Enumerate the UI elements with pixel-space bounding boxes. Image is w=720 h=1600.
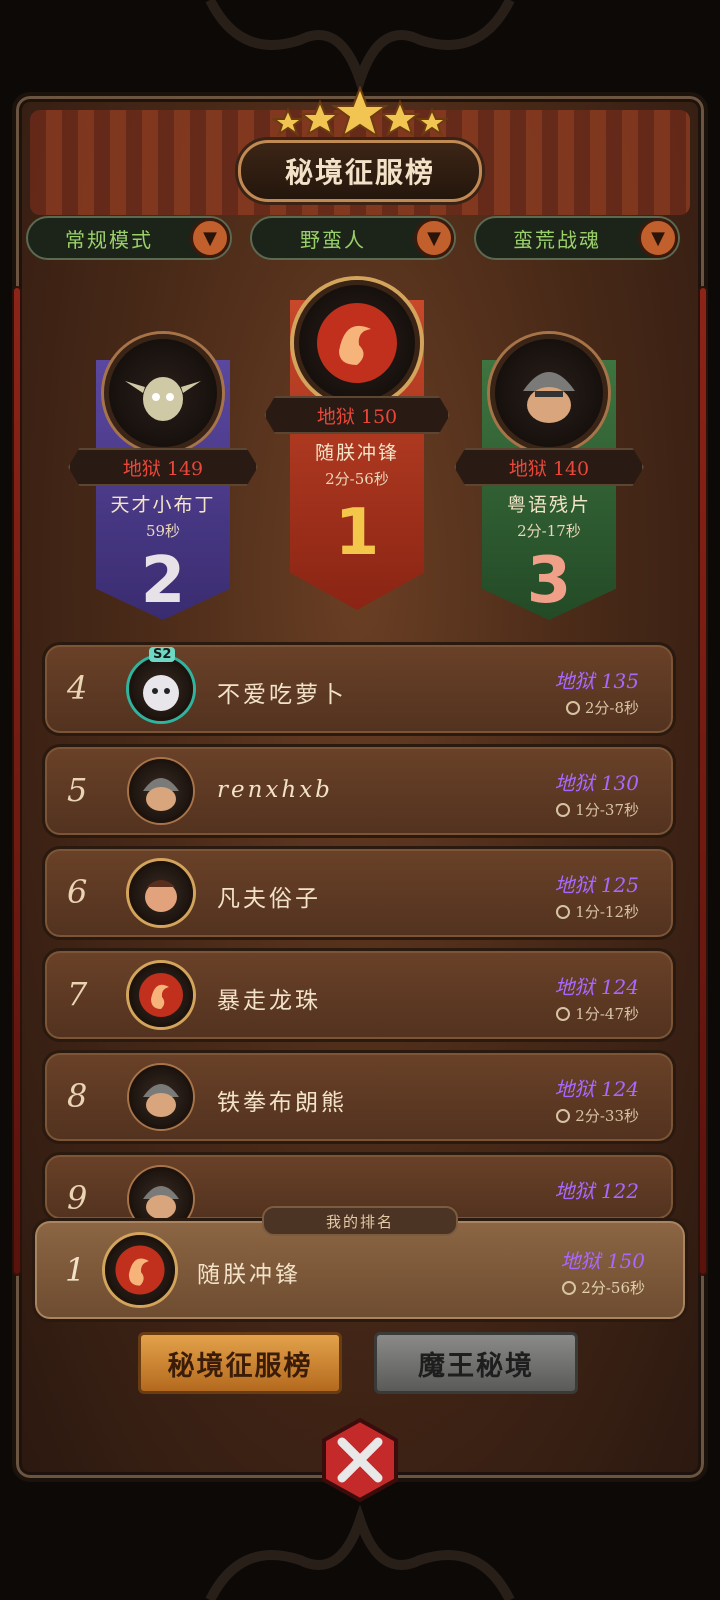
helmet-avatar xyxy=(129,759,193,823)
row-rank: 5 xyxy=(67,771,88,809)
podium-second[interactable]: 地狱 149 天才小布丁 59秒 2 xyxy=(68,334,258,620)
stars-icon xyxy=(271,86,449,139)
chevron-down-icon[interactable]: ▼ xyxy=(190,218,230,258)
fire-orb-avatar xyxy=(129,963,193,1027)
row-time: 1分-37秒 xyxy=(556,799,639,820)
chevron-down-icon[interactable]: ▼ xyxy=(414,218,454,258)
clock-icon xyxy=(556,802,571,817)
rank-number: 2 xyxy=(140,544,186,618)
row-score: 地狱 125 xyxy=(554,873,639,897)
my-time: 2分-56秒 xyxy=(562,1277,645,1298)
clock-icon xyxy=(562,1280,577,1295)
background-ornament-bottom xyxy=(205,1504,515,1600)
player-name: 随朕冲锋 xyxy=(314,442,399,464)
clock-icon xyxy=(556,1006,571,1021)
filter-hero-label: 蛮荒战魂 xyxy=(513,227,601,252)
my-score: 地狱 150 xyxy=(560,1249,645,1273)
season-badge: S2 xyxy=(149,647,176,662)
player-name: 粤语残片 xyxy=(506,494,591,516)
row-time-text: 1分-12秒 xyxy=(575,903,639,921)
row-time-text: 1分-47秒 xyxy=(575,1005,639,1023)
list-item[interactable]: 4 S2 不爱吃萝卜 地狱 135 2分-8秒 xyxy=(42,642,676,736)
my-rank-tab: 我的排名 xyxy=(262,1206,458,1236)
row-rank: 8 xyxy=(67,1077,88,1115)
tab-demon-king-realm[interactable]: 魔王秘境 xyxy=(374,1332,578,1394)
filter-hero-dropdown[interactable]: 蛮荒战魂 ▼ xyxy=(474,216,680,260)
list-item[interactable]: 6 凡夫俗子 地狱 125 1分-12秒 xyxy=(42,846,676,940)
elf-avatar xyxy=(104,334,222,452)
close-icon[interactable] xyxy=(316,1416,404,1504)
row-name: 铁拳布朗熊 xyxy=(217,1090,347,1116)
filter-class-dropdown[interactable]: 野蛮人 ▼ xyxy=(250,216,456,260)
tab-conquest-leaderboard[interactable]: 秘境征服榜 xyxy=(138,1332,342,1394)
row-rank: 4 xyxy=(67,669,88,707)
panel-side-bar-left xyxy=(12,286,22,1276)
score-ribbon: 地狱 140 xyxy=(454,448,644,486)
my-name: 随朕冲锋 xyxy=(197,1262,301,1288)
row-rank: 9 xyxy=(67,1179,88,1217)
score-ribbon: 地狱 149 xyxy=(68,448,258,486)
rank-number: 3 xyxy=(526,544,572,618)
filter-class-label: 野蛮人 xyxy=(300,227,366,252)
row-name: 暴走龙珠 xyxy=(217,988,321,1014)
player-name: 天才小布丁 xyxy=(110,494,216,516)
row-score: 地狱 124 xyxy=(554,975,639,999)
podium-first[interactable]: 地狱 150 随朕冲锋 2分-56秒 1 xyxy=(264,280,450,610)
podium-third[interactable]: 地狱 140 粤语残片 2分-17秒 3 xyxy=(454,334,644,620)
rank-number: 1 xyxy=(334,496,380,570)
list-item[interactable]: 7 暴走龙珠 地狱 124 1分-47秒 xyxy=(42,948,676,1042)
page-title: 秘境征服榜 xyxy=(238,140,482,202)
row-time: 1分-47秒 xyxy=(556,1003,639,1024)
my-time-text: 2分-56秒 xyxy=(581,1279,645,1297)
fire-orb-avatar xyxy=(294,280,420,406)
panel-side-bar-right xyxy=(698,286,708,1276)
filter-mode-label: 常规模式 xyxy=(65,227,153,252)
warrior-avatar xyxy=(129,861,193,925)
row-time-text: 1分-37秒 xyxy=(575,801,639,819)
clock-icon xyxy=(556,904,571,919)
filter-mode-dropdown[interactable]: 常规模式 ▼ xyxy=(26,216,232,260)
row-time: 2分-8秒 xyxy=(565,697,639,718)
row-score: 地狱 130 xyxy=(554,771,639,795)
row-rank: 6 xyxy=(67,873,88,911)
clock-icon xyxy=(565,700,580,715)
row-time-text: 2分-8秒 xyxy=(584,699,639,717)
player-time: 2分-56秒 xyxy=(325,470,389,488)
player-time: 2分-17秒 xyxy=(517,522,581,540)
fire-orb-avatar xyxy=(105,1235,175,1305)
list-item[interactable]: 8 铁拳布朗熊 地狱 124 2分-33秒 xyxy=(42,1050,676,1144)
row-rank: 7 xyxy=(67,975,88,1013)
list-item[interactable]: 5 renxhxb 地狱 130 1分-37秒 xyxy=(42,744,676,838)
sheep-avatar xyxy=(129,657,193,721)
score-ribbon: 地狱 150 xyxy=(264,396,450,434)
row-time-text: 2分-33秒 xyxy=(575,1107,639,1125)
row-score: 地狱 135 xyxy=(554,669,639,693)
row-time: 1分-12秒 xyxy=(556,901,639,922)
player-time: 59秒 xyxy=(145,522,181,540)
row-time: 2分-33秒 xyxy=(556,1105,639,1126)
helmet-avatar xyxy=(490,334,608,452)
row-name: 不爱吃萝卜 xyxy=(217,682,347,708)
row-score: 地狱 124 xyxy=(554,1077,639,1101)
helmet-avatar xyxy=(129,1167,193,1219)
chevron-down-icon[interactable]: ▼ xyxy=(638,218,678,258)
my-rank-number: 1 xyxy=(65,1251,86,1289)
row-score: 地狱 122 xyxy=(554,1179,639,1203)
helmet-avatar xyxy=(129,1065,193,1129)
row-name: renxhxb xyxy=(217,777,333,803)
clock-icon xyxy=(556,1108,571,1123)
row-name: 凡夫俗子 xyxy=(217,886,321,912)
